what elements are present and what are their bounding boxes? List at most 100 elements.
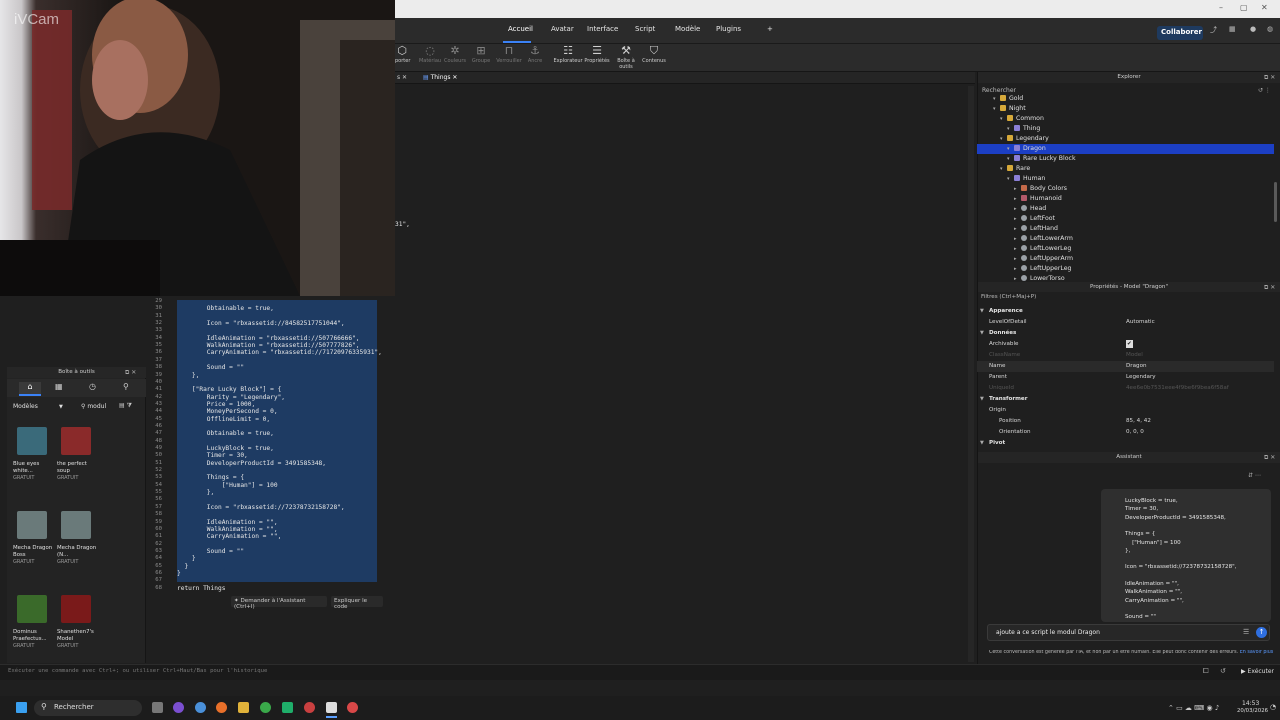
property-value[interactable]: 4ee6e0b7531eee4f9be6f9bea6f58af	[1126, 383, 1229, 394]
notification-bell-icon[interactable]: ◔	[1270, 703, 1276, 711]
learn-more-link[interactable]: En savoir plus	[1240, 650, 1274, 655]
inventory-tab-icon[interactable]: ⌂	[19, 382, 41, 396]
tree-arrow-icon[interactable]: ▾	[1007, 154, 1014, 164]
property-value[interactable]: Dragon	[1126, 361, 1147, 372]
tree-arrow-icon[interactable]: ▾	[1007, 124, 1014, 134]
assistant-menu-icons[interactable]: ⇵ ⋯	[1248, 472, 1261, 479]
material-button[interactable]: ◌ Matériau	[417, 44, 443, 64]
app-icon-4[interactable]	[347, 702, 358, 713]
explorer-item[interactable]: ▸ LeftHand	[977, 224, 1274, 234]
run-command-button[interactable]: ▶ Exécuter	[1241, 668, 1274, 675]
tab-plugins[interactable]: Plugins	[716, 25, 741, 33]
explorer-item[interactable]: ▾ Human	[977, 174, 1274, 184]
avatar[interactable]: ◍	[1267, 25, 1273, 33]
property-row[interactable]: ▼ Pivot	[977, 438, 1274, 449]
ask-assistant-button[interactable]: ✦ Demander à l'Assistant (Ctrl+I)	[231, 596, 327, 610]
assistant-window-icons[interactable]: ⧉ ✕	[1264, 454, 1275, 462]
collaborate-button[interactable]: Collaborer	[1157, 26, 1203, 40]
contents-button[interactable]: ⛉ Contenus	[642, 44, 666, 64]
explorer-item[interactable]: ▸ LeftFoot	[977, 214, 1274, 224]
property-row[interactable]: Parent Legendary	[977, 372, 1274, 383]
explorer-item[interactable]: ▾ Common	[977, 114, 1274, 124]
properties-filter-input[interactable]: Filtres (Ctrl+Maj+P)	[981, 294, 1036, 300]
tab-script[interactable]: Script	[635, 25, 655, 33]
explorer-item[interactable]: ▾ Night	[977, 104, 1274, 114]
explorer-item[interactable]: ▸ Humanoid	[977, 194, 1274, 204]
assistant-chat-input[interactable]: ajoute a ce script le modul Dragon ☰ ↑	[987, 624, 1270, 641]
taskbar-search[interactable]: ⚲ Rechercher	[34, 700, 142, 716]
editor-scrollbar[interactable]	[968, 86, 974, 662]
close-window-button[interactable]: ✕	[1261, 3, 1268, 12]
roblox-studio-icon[interactable]	[326, 702, 337, 713]
tree-arrow-icon[interactable]: ▾	[1007, 174, 1014, 184]
group-button[interactable]: ⊞ Groupe	[470, 44, 492, 64]
tree-arrow-icon[interactable]: ▸	[1014, 194, 1021, 204]
properties-window-icons[interactable]: ⧉ ✕	[1264, 284, 1275, 292]
code-line[interactable]: return Things	[177, 585, 225, 593]
minimize-button[interactable]: –	[1219, 3, 1223, 12]
tray-icons[interactable]: ⌃ ▭ ☁ ⌨ ◉ ♪	[1168, 704, 1219, 712]
command-input[interactable]: Exécuter une commande avec Ctrl+; ou uti…	[8, 668, 267, 674]
explorer-button[interactable]: ☷ Explorateur	[553, 44, 583, 64]
property-value[interactable]: 85, 4, 42	[1126, 416, 1151, 427]
tree-arrow-icon[interactable]: ▸	[1014, 244, 1021, 254]
property-row[interactable]: Origin	[977, 405, 1274, 416]
explorer-item[interactable]: ▸ LeftUpperArm	[977, 254, 1274, 264]
property-row[interactable]: LevelOfDetail Automatic	[977, 317, 1274, 328]
history-run-icon[interactable]: ↺	[1220, 667, 1226, 675]
creations-tab-icon[interactable]: ⚲	[123, 382, 129, 391]
explorer-item[interactable]: ▸ LeftUpperLeg	[977, 264, 1274, 274]
tab-interface[interactable]: Interface	[587, 25, 618, 33]
property-row[interactable]: ClassName Model	[977, 350, 1274, 361]
toolbox-item[interactable]: Blue eyes white... GRATUIT	[13, 427, 57, 482]
tree-arrow-icon[interactable]: ▾	[1000, 114, 1007, 124]
filter-icon[interactable]: ▤ ⧩	[119, 402, 132, 410]
send-button[interactable]: ↑	[1256, 627, 1267, 638]
property-row[interactable]: ▼ Transformer	[977, 394, 1274, 405]
close-tab-icon[interactable]: s ✕	[397, 74, 407, 81]
tree-arrow-icon[interactable]: ▸	[1014, 224, 1021, 234]
explorer-item[interactable]: ▾ Rare Lucky Block	[977, 154, 1274, 164]
bookmark-icon[interactable]: ⧠	[1203, 667, 1209, 676]
property-row[interactable]: Archivable ✔	[977, 339, 1274, 350]
property-row[interactable]: ▼ Apparence	[977, 306, 1274, 317]
explorer-item[interactable]: ▾ Dragon	[977, 144, 1274, 154]
file-explorer-icon[interactable]	[238, 702, 249, 713]
code-editor[interactable]	[395, 84, 975, 664]
tree-arrow-icon[interactable]: ▸	[1014, 234, 1021, 244]
property-row[interactable]: Name Dragon	[977, 361, 1274, 372]
property-value[interactable]: Model	[1126, 350, 1143, 361]
recent-tab-icon[interactable]: ◷	[89, 382, 96, 391]
attach-icon[interactable]: ☰	[1243, 628, 1249, 636]
marketplace-tab-icon[interactable]: ▦	[55, 382, 63, 391]
explorer-item[interactable]: ▸ LeftLowerLeg	[977, 244, 1274, 254]
code-line[interactable]: CarryAnimation = "rbxassetid://717209763…	[177, 349, 382, 357]
task-view-icon[interactable]	[152, 702, 163, 713]
toolbox-search-input[interactable]: ⚲ modul	[81, 401, 121, 413]
section-chevron-icon[interactable]: ▼	[980, 438, 984, 449]
anchor-button[interactable]: ⚓ Ancre	[525, 44, 545, 64]
tree-arrow-icon[interactable]: ▸	[1014, 264, 1021, 274]
explain-code-button[interactable]: Expliquer le code	[331, 596, 383, 610]
explorer-item[interactable]: ▸ Body Colors	[977, 184, 1274, 194]
tree-arrow-icon[interactable]: ▸	[1014, 204, 1021, 214]
explorer-scrollbar[interactable]	[1274, 182, 1277, 222]
settings-icon[interactable]	[195, 702, 206, 713]
tab-accueil[interactable]: Accueil	[508, 25, 533, 33]
toolbox-button[interactable]: ⚒ Boîte à outils	[610, 44, 642, 70]
property-row[interactable]: ▼ Données	[977, 328, 1274, 339]
property-row[interactable]: Orientation 0, 0, 0	[977, 427, 1274, 438]
toolbox-item[interactable]: Mecha Dragon Boss GRATUIT	[13, 511, 57, 566]
app-icon-2[interactable]	[282, 702, 293, 713]
windows-start-icon[interactable]	[16, 702, 27, 713]
import-button[interactable]: ⬡ porter	[395, 44, 410, 64]
explorer-item[interactable]: ▸ LeftLowerArm	[977, 234, 1274, 244]
section-chevron-icon[interactable]: ▼	[980, 306, 984, 317]
tree-arrow-icon[interactable]: ▸	[1014, 254, 1021, 264]
property-value[interactable]: ✔	[1126, 340, 1133, 348]
properties-button[interactable]: ☰ Propriétés	[584, 44, 610, 64]
toolbox-item[interactable]: the perfect soup GRATUIT	[57, 427, 101, 482]
tree-arrow-icon[interactable]: ▾	[1000, 134, 1007, 144]
code-line[interactable]: CarryAnimation = "",	[177, 533, 282, 541]
app-icon-1[interactable]	[173, 702, 184, 713]
